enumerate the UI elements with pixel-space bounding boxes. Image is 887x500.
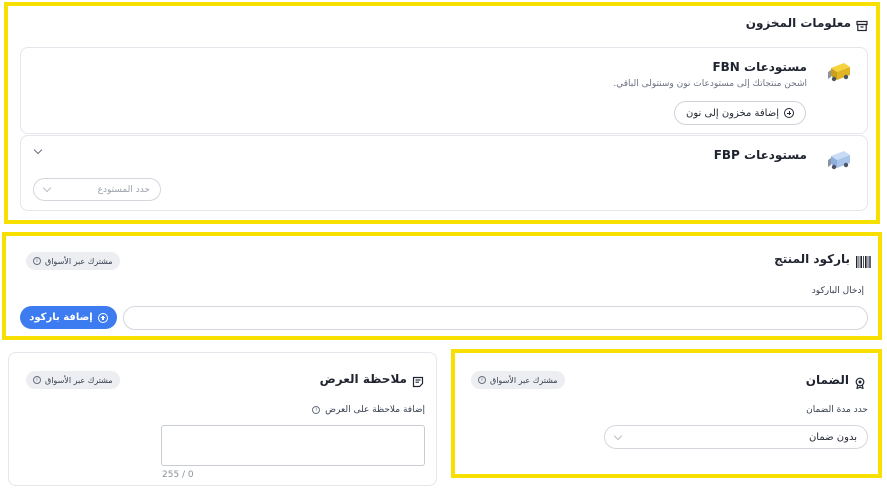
select-chevron-icon (42, 183, 52, 193)
warehouse-select-placeholder: حدد المستودع (97, 184, 150, 195)
add-barcode-label: إضافة باركود (29, 312, 93, 323)
add-inventory-to-noon-button[interactable]: إضافة مخزون إلى نون (674, 101, 806, 125)
warranty-title: الضمان (805, 373, 849, 387)
inventory-title: معلومات المخزون (745, 16, 851, 30)
info-icon: i (33, 257, 41, 265)
fbn-description: اشحن منتجاتك إلى مستودعات نون وسنتولى ال… (613, 79, 807, 89)
barcode-shared-badge: مشترك عبر الأسواق i (26, 252, 120, 270)
ribbon-badge-icon (854, 374, 866, 390)
display-note-char-counter: 255 / 0 (162, 470, 194, 480)
info-icon: i (478, 376, 486, 384)
display-note-field-label: إضافة ملاحظة على العرض (325, 405, 425, 415)
fbn-truck-icon (828, 58, 854, 84)
fbp-truck-icon (828, 146, 854, 172)
display-note-field-label-row: إضافة ملاحظة على العرض i (312, 405, 425, 415)
add-barcode-button[interactable]: إضافة باركود (20, 306, 117, 329)
barcode-icon (855, 253, 871, 268)
fbp-title: مستودعات FBP (713, 148, 807, 162)
warranty-field-label: حدد مدة الضمان (806, 405, 868, 415)
warranty-selected-value: بدون ضمان (808, 431, 857, 443)
warranty-shared-badge: مشترك عبر الأسواق i (471, 371, 565, 389)
inventory-header: معلومات المخزون (745, 16, 868, 32)
barcode-title: باركود المنتج (774, 252, 850, 266)
barcode-input-label: إدخال الباركود (811, 286, 864, 296)
select-chevron-icon (613, 431, 623, 440)
note-icon (412, 373, 424, 388)
barcode-header: باركود المنتج (774, 252, 871, 268)
plus-circle-icon (97, 312, 108, 323)
barcode-input[interactable] (123, 306, 868, 330)
add-inventory-label: إضافة مخزون إلى نون (686, 107, 779, 119)
archive-icon (856, 17, 868, 32)
display-note-shared-badge: مشترك عبر الأسواق i (26, 371, 120, 389)
warranty-shared-label: مشترك عبر الأسواق (490, 375, 558, 385)
display-note-header: ملاحظة العرض (319, 372, 424, 388)
barcode-shared-label: مشترك عبر الأسواق (45, 256, 113, 266)
info-icon: i (33, 376, 41, 384)
warranty-duration-select[interactable]: بدون ضمان (604, 425, 868, 449)
warranty-header: الضمان (805, 373, 866, 390)
warehouse-select[interactable]: حدد المستودع (33, 178, 161, 201)
display-note-title: ملاحظة العرض (319, 372, 407, 386)
info-icon: i (312, 406, 321, 414)
display-note-shared-label: مشترك عبر الأسواق (45, 375, 113, 385)
fbn-title: مستودعات FBN (712, 60, 807, 74)
display-note-textarea[interactable] (161, 425, 425, 466)
plus-circle-icon (783, 108, 794, 118)
